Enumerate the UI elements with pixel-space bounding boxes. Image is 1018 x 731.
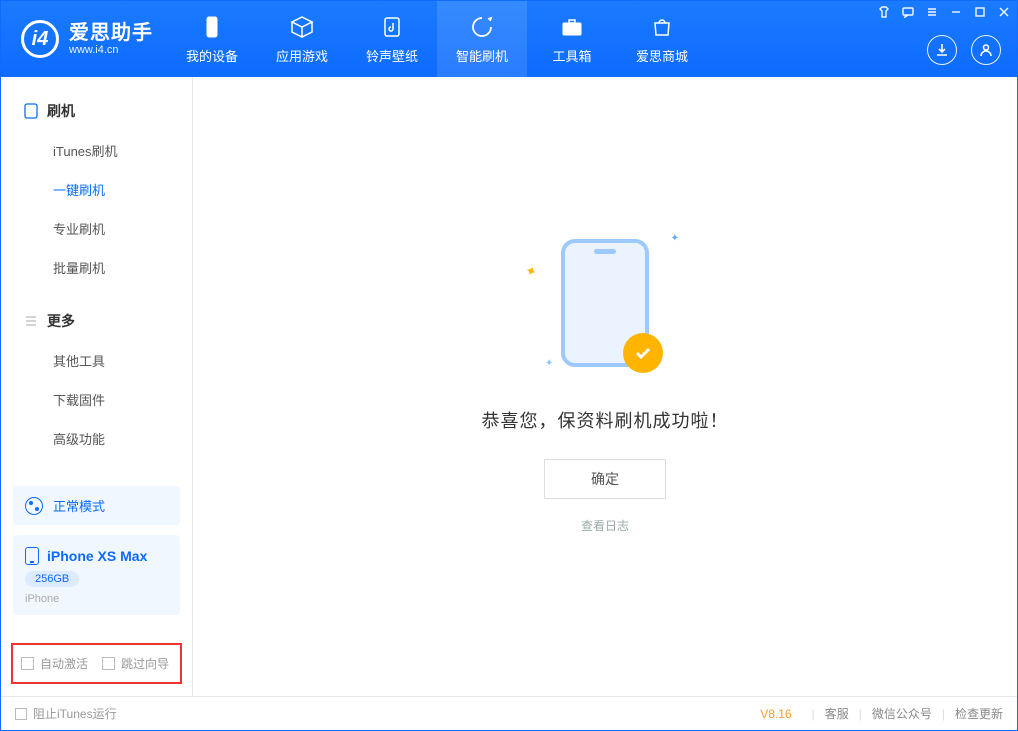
list-icon [23, 313, 39, 329]
logo-icon: i4 [21, 20, 59, 58]
status-bar: 阻止iTunes运行 V8.16 | 客服 | 微信公众号 | 检查更新 [1, 696, 1017, 730]
sparkle-icon: ✦ [671, 233, 679, 244]
sidebar-item-batch-flash[interactable]: 批量刷机 [1, 248, 192, 287]
view-log-link[interactable]: 查看日志 [581, 517, 629, 534]
sidebar-item-download-firmware[interactable]: 下载固件 [1, 380, 192, 419]
tab-label: 爱思商城 [636, 46, 688, 65]
success-message: 恭喜您，保资料刷机成功啦！ [482, 407, 729, 433]
check-badge-icon [623, 333, 663, 373]
phone-icon [199, 14, 225, 40]
nav-tabs: 我的设备 应用游戏 铃声壁纸 智能刷机 工具箱 爱思商城 [167, 1, 707, 77]
sidebar-item-pro-flash[interactable]: 专业刷机 [1, 209, 192, 248]
device-capacity: 256GB [25, 571, 79, 587]
check-update-link[interactable]: 检查更新 [955, 705, 1003, 722]
tab-label: 铃声壁纸 [366, 46, 418, 65]
sidebar-section-more: 更多 [1, 305, 192, 341]
shield-refresh-icon [469, 14, 495, 40]
header-right-icons [927, 35, 1001, 65]
maximize-button[interactable] [973, 5, 987, 19]
menu-icon[interactable] [925, 5, 939, 19]
checkbox-label: 阻止iTunes运行 [33, 705, 117, 722]
wechat-link[interactable]: 微信公众号 [872, 705, 932, 722]
window-controls [877, 5, 1011, 19]
tab-label: 我的设备 [186, 46, 238, 65]
sidebar-item-other-tools[interactable]: 其他工具 [1, 341, 192, 380]
sparkle-icon: ✦ [522, 262, 539, 282]
tab-ringtones[interactable]: 铃声壁纸 [347, 1, 437, 77]
tab-apps-games[interactable]: 应用游戏 [257, 1, 347, 77]
device-name: iPhone XS Max [47, 548, 147, 564]
briefcase-icon [559, 14, 585, 40]
bag-icon [649, 14, 675, 40]
ok-button[interactable]: 确定 [544, 459, 666, 499]
tab-smart-flash[interactable]: 智能刷机 [437, 1, 527, 77]
phone-illustration-icon [561, 239, 649, 367]
sidebar-item-advanced[interactable]: 高级功能 [1, 419, 192, 458]
feedback-icon[interactable] [901, 5, 915, 19]
sidebar-item-onekey-flash[interactable]: 一键刷机 [1, 170, 192, 209]
mode-card[interactable]: 正常模式 [13, 486, 180, 525]
phone-icon [25, 547, 39, 565]
music-file-icon [379, 14, 405, 40]
skip-wizard-checkbox[interactable]: 跳过向导 [102, 655, 169, 672]
body: 刷机 iTunes刷机 一键刷机 专业刷机 批量刷机 更多 其他工具 下载固件 … [1, 77, 1017, 696]
brand-url: www.i4.cn [69, 44, 153, 56]
support-link[interactable]: 客服 [825, 705, 849, 722]
device-icon [23, 103, 39, 119]
sparkle-icon: ✦ [545, 358, 553, 369]
logo-block: i4 爱思助手 www.i4.cn [1, 1, 167, 77]
shirt-icon[interactable] [877, 5, 891, 19]
checkbox-icon [102, 657, 115, 670]
success-illustration: ✦ ✦ ✦ [561, 239, 649, 367]
sidebar-item-itunes-flash[interactable]: iTunes刷机 [1, 131, 192, 170]
checkbox-icon [15, 708, 27, 720]
sidebar-section-label: 刷机 [47, 101, 75, 121]
checkbox-label: 跳过向导 [121, 655, 169, 672]
device-type: iPhone [25, 593, 168, 605]
cube-icon [289, 14, 315, 40]
download-icon[interactable] [927, 35, 957, 65]
brand-name: 爱思助手 [69, 22, 153, 44]
device-card[interactable]: iPhone XS Max 256GB iPhone [13, 535, 180, 615]
flash-options-row: 自动激活 跳过向导 [11, 643, 182, 684]
sidebar: 刷机 iTunes刷机 一键刷机 专业刷机 批量刷机 更多 其他工具 下载固件 … [1, 77, 193, 696]
block-itunes-checkbox[interactable]: 阻止iTunes运行 [15, 705, 117, 722]
auto-activate-checkbox[interactable]: 自动激活 [21, 655, 88, 672]
checkbox-icon [21, 657, 34, 670]
user-icon[interactable] [971, 35, 1001, 65]
sidebar-section-label: 更多 [47, 311, 75, 331]
mode-label: 正常模式 [53, 496, 105, 515]
header: i4 爱思助手 www.i4.cn 我的设备 应用游戏 铃声壁纸 智能刷机 [1, 1, 1017, 77]
app-window: i4 爱思助手 www.i4.cn 我的设备 应用游戏 铃声壁纸 智能刷机 [0, 0, 1018, 731]
minimize-button[interactable] [949, 5, 963, 19]
checkbox-label: 自动激活 [40, 655, 88, 672]
version-label: V8.16 [760, 707, 791, 721]
tab-label: 智能刷机 [456, 46, 508, 65]
tab-store[interactable]: 爱思商城 [617, 1, 707, 77]
tab-label: 工具箱 [552, 46, 591, 65]
mode-icon [25, 497, 43, 515]
sidebar-section-flash: 刷机 [1, 95, 192, 131]
tab-toolbox[interactable]: 工具箱 [527, 1, 617, 77]
main-content: ✦ ✦ ✦ 恭喜您，保资料刷机成功啦！ 确定 查看日志 [193, 77, 1017, 696]
tab-my-device[interactable]: 我的设备 [167, 1, 257, 77]
close-button[interactable] [997, 5, 1011, 19]
tab-label: 应用游戏 [276, 46, 328, 65]
